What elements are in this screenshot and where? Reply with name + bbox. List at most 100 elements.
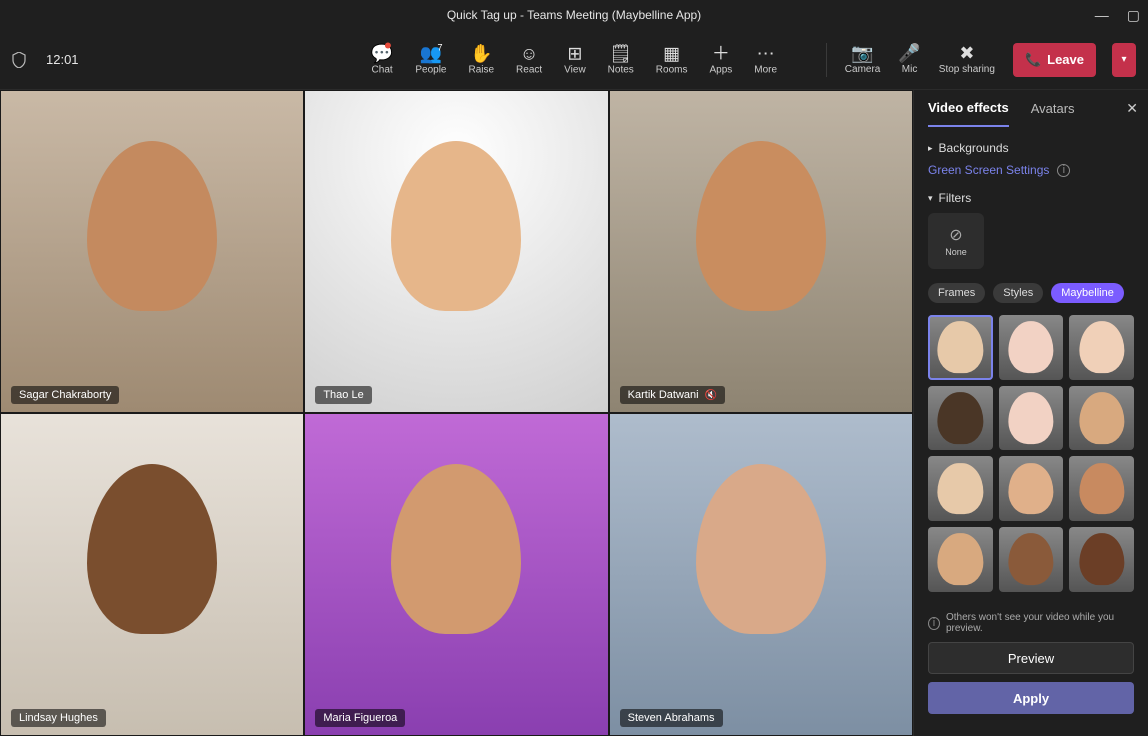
center-tools: 💬 Chat 👥 7 People ✋ Raise ☺ React ⊞ View… [371, 44, 777, 75]
green-screen-settings-link[interactable]: Green Screen Settings i [928, 163, 1134, 177]
notes-button[interactable]: 🗒 Notes [608, 44, 634, 75]
filter-thumbnail[interactable] [999, 315, 1064, 380]
react-button[interactable]: ☺ React [516, 44, 542, 75]
leave-button[interactable]: 📞 Leave [1013, 43, 1096, 77]
chevron-down-icon: ▾ [1121, 54, 1126, 65]
view-button[interactable]: ⊞ View [564, 44, 586, 75]
filter-thumbnail[interactable] [999, 456, 1064, 521]
filter-face-preview [938, 392, 983, 444]
filter-face-preview [1079, 321, 1124, 373]
section-backgrounds[interactable]: ▸ Backgrounds [928, 141, 1134, 155]
filter-category-row: Frames Styles Maybelline [928, 283, 1134, 303]
more-icon: ⋯ [757, 44, 775, 62]
participant-name-tag: Steven Abrahams [620, 709, 723, 727]
filter-thumbnail-grid [928, 315, 1134, 592]
filter-face-preview [938, 321, 983, 373]
apps-icon: ＋ [712, 44, 730, 62]
filter-thumbnail[interactable] [928, 527, 993, 592]
participant-tile[interactable]: Lindsay Hughes [0, 413, 304, 736]
participant-name: Thao Le [323, 389, 363, 401]
participant-name-tag: Sagar Chakraborty [11, 386, 119, 404]
filter-face-preview [1079, 392, 1124, 444]
filter-thumbnail[interactable] [1069, 315, 1134, 380]
participant-name-tag: Thao Le [315, 386, 371, 404]
participant-name: Maria Figueroa [323, 712, 397, 724]
filter-face-preview [938, 463, 983, 515]
filter-face-preview [1079, 533, 1124, 585]
window-controls: — ▢ [1095, 0, 1140, 30]
filter-thumbnail[interactable] [1069, 456, 1134, 521]
minimize-icon[interactable]: — [1095, 7, 1109, 23]
info-icon[interactable]: i [1057, 164, 1070, 177]
people-count: 7 [437, 42, 442, 52]
view-icon: ⊞ [567, 44, 582, 62]
filter-thumbnail[interactable] [999, 386, 1064, 451]
main-area: Sagar Chakraborty Thao Le Kartik Datwani… [0, 90, 1148, 736]
chat-button[interactable]: 💬 Chat [371, 44, 393, 75]
participant-tile[interactable]: Sagar Chakraborty [0, 90, 304, 413]
rooms-button[interactable]: ▦ Rooms [656, 44, 688, 75]
participant-tile[interactable]: Maria Figueroa [304, 413, 608, 736]
participant-tile[interactable]: Kartik Datwani 🔇 [609, 90, 913, 413]
filter-thumbnail[interactable] [928, 386, 993, 451]
filter-face-preview [1008, 463, 1053, 515]
filter-face-preview [1008, 392, 1053, 444]
panel-footer: i Others won't see your video while you … [914, 602, 1148, 736]
filter-thumbnail[interactable] [999, 527, 1064, 592]
section-filters[interactable]: ▾ Filters [928, 191, 1134, 205]
divider [826, 43, 827, 77]
apply-button[interactable]: Apply [928, 682, 1134, 714]
tab-video-effects[interactable]: Video effects [928, 100, 1009, 127]
mic-button[interactable]: 🎤 Mic [898, 44, 920, 75]
participant-tile[interactable]: Steven Abrahams [609, 413, 913, 736]
notes-icon: 🗒 [609, 44, 632, 62]
preview-button[interactable]: Preview [928, 642, 1134, 674]
section-backgrounds-label: Backgrounds [939, 141, 1009, 155]
camera-icon: 📷 [851, 44, 873, 62]
none-label: None [945, 247, 967, 257]
panel-tabs: Video effects Avatars ✕ [914, 90, 1148, 127]
filter-thumbnail[interactable] [928, 315, 993, 380]
window-title: Quick Tag up - Teams Meeting (Maybelline… [447, 8, 701, 22]
green-screen-label: Green Screen Settings [928, 163, 1049, 177]
react-icon: ☺ [520, 44, 538, 62]
filter-thumbnail[interactable] [1069, 527, 1134, 592]
raise-button[interactable]: ✋ Raise [468, 44, 494, 75]
preview-note: i Others won't see your video while you … [928, 612, 1134, 634]
filter-face-preview [938, 533, 983, 585]
participant-name: Lindsay Hughes [19, 712, 98, 724]
more-button[interactable]: ⋯ More [754, 44, 777, 75]
video-grid: Sagar Chakraborty Thao Le Kartik Datwani… [0, 90, 913, 736]
none-icon: ⊘ [949, 225, 962, 245]
participant-name: Steven Abrahams [628, 712, 715, 724]
pill-styles[interactable]: Styles [993, 283, 1043, 303]
info-icon: i [928, 617, 940, 630]
participant-name-tag: Maria Figueroa [315, 709, 405, 727]
pill-maybelline[interactable]: Maybelline [1051, 283, 1124, 303]
tab-avatars[interactable]: Avatars [1031, 101, 1075, 126]
mic-muted-icon: 🔇 [705, 390, 717, 401]
filter-face-preview [1008, 321, 1053, 373]
shield-icon[interactable] [12, 52, 32, 68]
filter-thumbnail[interactable] [1069, 386, 1134, 451]
participant-name-tag: Kartik Datwani 🔇 [620, 386, 725, 404]
stop-sharing-icon: ✖ [959, 44, 974, 62]
leave-options-button[interactable]: ▾ [1112, 43, 1136, 77]
filter-face-preview [1079, 463, 1124, 515]
pill-frames[interactable]: Frames [928, 283, 985, 303]
people-button[interactable]: 👥 7 People [415, 44, 446, 75]
meeting-time: 12:01 [46, 52, 79, 67]
maximize-icon[interactable]: ▢ [1127, 7, 1140, 24]
participant-name: Kartik Datwani [628, 389, 699, 401]
apps-button[interactable]: ＋ Apps [709, 44, 732, 75]
camera-button[interactable]: 📷 Camera [845, 44, 881, 75]
stop-sharing-button[interactable]: ✖ Stop sharing [939, 44, 995, 75]
filter-none-option[interactable]: ⊘ None [928, 213, 984, 269]
participant-tile[interactable]: Thao Le [304, 90, 608, 413]
filter-thumbnail[interactable] [928, 456, 993, 521]
close-panel-icon[interactable]: ✕ [1126, 100, 1138, 117]
preview-note-text: Others won't see your video while you pr… [946, 612, 1134, 634]
leave-label: Leave [1047, 52, 1084, 67]
meeting-toolbar: 12:01 💬 Chat 👥 7 People ✋ Raise ☺ React … [0, 30, 1148, 90]
chevron-right-icon: ▸ [928, 143, 933, 154]
